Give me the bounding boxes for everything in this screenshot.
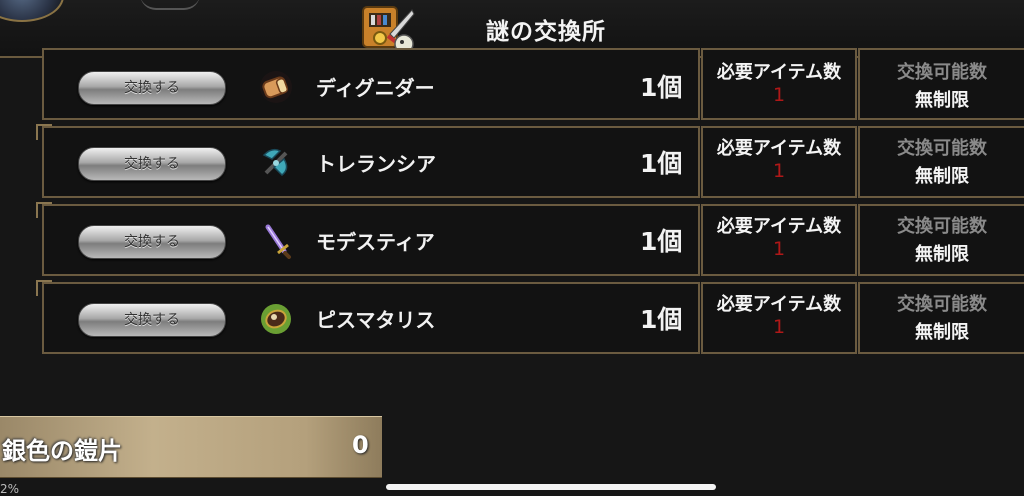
frame-ornament [36, 124, 52, 140]
available-count-box: 交換可能数 無制限 [858, 126, 1024, 198]
exchange-button[interactable]: 交換する [78, 147, 226, 181]
available-count-label: 交換可能数 [897, 216, 987, 237]
item-name: モデスティア [316, 230, 435, 254]
exchange-row: 交換する モデスティア 1個 必要アイテム数 1 交換可能数 無制限 [36, 202, 1024, 276]
row-item-panel: 交換する トレランシア 1個 [36, 124, 700, 198]
available-count-value: 無制限 [915, 166, 969, 187]
exchange-button[interactable]: 交換する [78, 303, 226, 337]
required-items-value: 1 [772, 84, 786, 106]
exchange-row: 交換する ピスマタリス 1個 必要アイテム数 1 交換可能数 無制限 [36, 280, 1024, 354]
emblem-icon[interactable] [0, 0, 64, 22]
row-item-panel: 交換する ピスマタリス 1個 [36, 280, 700, 354]
required-items-label: 必要アイテム数 [716, 138, 842, 159]
item-quantity: 1個 [640, 149, 683, 178]
sword-icon [265, 224, 291, 259]
frame-ornament [36, 202, 52, 218]
required-items-box: 必要アイテム数 1 [701, 126, 857, 198]
page-title: 謎の交換所 [486, 19, 606, 45]
required-items-value: 1 [772, 160, 786, 182]
item-quantity: 1個 [640, 73, 683, 102]
row-item-panel: 交換する モデスティア 1個 [36, 202, 700, 276]
available-count-value: 無制限 [915, 322, 969, 343]
material-panel: 銀色の鎧片 0 [0, 416, 382, 478]
required-items-box: 必要アイテム数 1 [701, 48, 857, 120]
available-count-label: 交換可能数 [897, 294, 987, 315]
available-count-value: 無制限 [915, 244, 969, 265]
required-items-value: 1 [772, 238, 786, 260]
item-quantity: 1個 [640, 305, 683, 334]
item-name: ディグニダー [316, 76, 435, 100]
item-quantity: 1個 [640, 227, 683, 256]
material-name: 銀色の鎧片 [2, 437, 122, 465]
scroll-icon [260, 71, 292, 103]
header-ornament [140, 0, 200, 10]
required-items-box: 必要アイテム数 1 [701, 282, 857, 354]
available-count-label: 交換可能数 [897, 62, 987, 83]
exchange-row: 交換する ディグニダー 1個 必要アイテム数 1 交換可能数 無制限 [42, 48, 1024, 120]
exchange-button[interactable]: 交換する [78, 71, 226, 105]
required-items-value: 1 [772, 316, 786, 338]
exchange-row: 交換する トレランシア 1個 必要アイテム数 1 交換可能数 無制限 [36, 124, 1024, 198]
required-items-label: 必要アイテム数 [716, 62, 842, 83]
axe-icon [262, 148, 288, 176]
available-count-value: 無制限 [915, 90, 969, 111]
available-count-box: 交換可能数 無制限 [858, 204, 1024, 276]
required-items-label: 必要アイテム数 [716, 294, 842, 315]
available-count-box: 交換可能数 無制限 [858, 48, 1024, 120]
available-count-box: 交換可能数 無制限 [858, 282, 1024, 354]
material-count: 0 [352, 431, 369, 459]
frame-ornament [36, 280, 52, 296]
exchange-button[interactable]: 交換する [78, 225, 226, 259]
required-items-box: 必要アイテム数 1 [701, 204, 857, 276]
item-name: ピスマタリス [316, 308, 436, 332]
required-items-label: 必要アイテム数 [716, 216, 842, 237]
available-count-label: 交換可能数 [897, 138, 987, 159]
row-item-panel: 交換する ディグニダー 1個 [42, 48, 700, 120]
home-indicator[interactable] [386, 484, 716, 490]
item-name: トレランシア [316, 152, 436, 176]
shield-icon [261, 304, 291, 334]
